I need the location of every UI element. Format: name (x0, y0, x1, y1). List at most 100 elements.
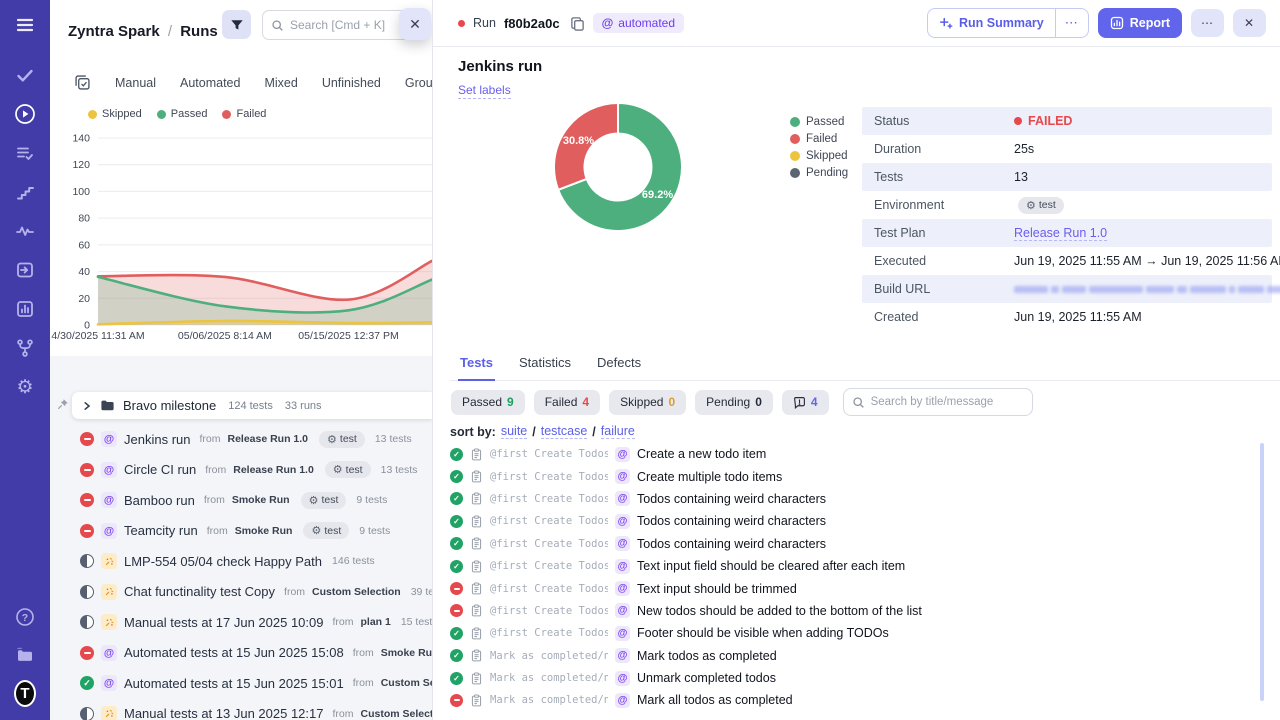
filter-button[interactable] (222, 10, 251, 39)
run-summary-more[interactable]: ⋯ (1056, 9, 1088, 37)
test-suite[interactable]: @first Create Todos... (490, 583, 608, 595)
chevron-right-icon[interactable] (82, 401, 92, 411)
test-suite[interactable]: @first Create Todos... (490, 471, 608, 483)
activity-icon[interactable] (14, 220, 36, 242)
filter-pill-comments[interactable]: 4 (782, 390, 829, 415)
test-suite[interactable]: @first Create Todos... (490, 627, 608, 639)
steps-icon[interactable] (14, 181, 36, 203)
test-title[interactable]: Unmark completed todos (637, 671, 776, 685)
test-row[interactable]: Mark as completed/n...@Mark todos as com… (450, 645, 1256, 667)
play-circle-icon[interactable] (14, 103, 36, 125)
filter-pill-passed[interactable]: Passed9 (451, 390, 525, 415)
run-row[interactable]: Manual tests at 17 Jun 2025 10:09frompla… (50, 607, 432, 638)
logo-icon[interactable]: T (14, 682, 36, 704)
runs-tab-automated[interactable]: Automated (180, 76, 240, 90)
test-suite[interactable]: @first Create Todos... (490, 560, 608, 572)
report-button[interactable]: Report (1098, 8, 1182, 38)
tests-scrollbar[interactable] (1260, 443, 1264, 701)
test-title[interactable]: Todos containing weird characters (637, 537, 826, 551)
runs-tab-mixed[interactable]: Mixed (264, 76, 297, 90)
run-group-row[interactable]: Bravo milestone 124 tests 33 runs (72, 392, 432, 419)
filter-pill-skipped[interactable]: Skipped0 (609, 390, 686, 415)
test-title[interactable]: Create multiple todo items (637, 470, 782, 484)
test-row[interactable]: @first Create Todos...@Text input field … (450, 555, 1256, 577)
search-input[interactable] (290, 18, 401, 32)
runs-tab-unfinished[interactable]: Unfinished (322, 76, 381, 90)
test-title[interactable]: Text input field should be cleared after… (637, 559, 905, 573)
tab-tests[interactable]: Tests (458, 351, 495, 381)
set-labels-link[interactable]: Set labels (458, 83, 511, 99)
automated-badge[interactable]: @ automated (593, 13, 684, 33)
test-suite[interactable]: @first Create Todos... (490, 515, 608, 527)
test-title[interactable]: Create a new todo item (637, 447, 766, 461)
test-title[interactable]: Mark todos as completed (637, 649, 777, 663)
help-icon[interactable]: ? (14, 606, 36, 628)
run-name: LMP-554 05/04 check Happy Path (124, 554, 322, 569)
test-title[interactable]: Todos containing weird characters (637, 492, 826, 506)
test-row[interactable]: @first Create Todos...@Todos containing … (450, 533, 1256, 555)
run-row[interactable]: @Jenkins runfromRelease Run 1.0⚙test13 t… (50, 424, 432, 455)
run-row[interactable]: @Automated tests at 15 Jun 2025 15:08fro… (50, 638, 432, 669)
svg-text:05/06/2025 8:14 AM: 05/06/2025 8:14 AM (178, 330, 272, 342)
run-tests-count: 13 tests (375, 433, 412, 445)
project-name[interactable]: Zyntra Spark (68, 23, 160, 40)
run-row[interactable]: Manual tests at 13 Jun 2025 12:17fromCus… (50, 699, 432, 720)
tab-statistics[interactable]: Statistics (517, 351, 573, 380)
run-row[interactable]: @Automated tests at 15 Jun 2025 15:01fro… (50, 668, 432, 699)
run-row[interactable]: @Teamcity runfromSmoke Run⚙test9 tests (50, 516, 432, 547)
select-all-icon[interactable] (74, 74, 91, 91)
runs-tab-manual[interactable]: Manual (115, 76, 156, 90)
test-plan-link[interactable]: Release Run 1.0 (1014, 226, 1107, 241)
filter-pill-pending[interactable]: Pending0 (695, 390, 773, 415)
run-row[interactable]: LMP-554 05/04 check Happy Path146 tests (50, 546, 432, 577)
test-title[interactable]: Mark all todos as completed (637, 693, 793, 707)
detail-label: Test Plan (874, 226, 1014, 240)
test-row[interactable]: @first Create Todos...@Footer should be … (450, 622, 1256, 644)
test-suite[interactable]: Mark as completed/n... (490, 650, 608, 662)
git-branch-icon[interactable] (14, 337, 36, 359)
test-suite[interactable]: @first Create Todos... (490, 493, 608, 505)
more-actions-button[interactable]: ⋯ (1191, 9, 1224, 37)
tests-search-input[interactable] (871, 396, 1024, 408)
filter-pill-failed[interactable]: Failed4 (534, 390, 600, 415)
sort-link-failure[interactable]: failure (601, 424, 635, 439)
panel-close-button[interactable]: ✕ (399, 8, 431, 40)
import-icon[interactable] (14, 259, 36, 281)
test-row[interactable]: @first Create Todos...@Todos containing … (450, 488, 1256, 510)
test-suite[interactable]: Mark as completed/n... (490, 694, 608, 706)
check-icon[interactable] (14, 64, 36, 86)
test-title[interactable]: Text input should be trimmed (637, 582, 797, 596)
test-row[interactable]: @first Create Todos...@Create a new todo… (450, 443, 1256, 465)
run-row[interactable]: Chat functinality test CopyfromCustom Se… (50, 577, 432, 608)
run-row[interactable]: @Bamboo runfromSmoke Run⚙test9 tests (50, 485, 432, 516)
test-suite[interactable]: @first Create Todos... (490, 538, 608, 550)
run-from-label: from (353, 647, 374, 659)
gear-icon[interactable]: ⚙ (14, 376, 36, 398)
test-row[interactable]: Mark as completed/n...@Unmark completed … (450, 667, 1256, 689)
close-detail-button[interactable]: ✕ (1233, 9, 1266, 37)
sort-link-testcase[interactable]: testcase (541, 424, 588, 439)
tab-defects[interactable]: Defects (595, 351, 643, 380)
test-row[interactable]: @first Create Todos...@New todos should … (450, 600, 1256, 622)
test-row[interactable]: @first Create Todos...@Create multiple t… (450, 465, 1256, 487)
list-check-icon[interactable] (14, 142, 36, 164)
copy-icon[interactable] (570, 16, 585, 31)
test-row[interactable]: @first Create Todos...@Text input should… (450, 577, 1256, 599)
test-title[interactable]: New todos should be added to the bottom … (637, 604, 922, 618)
sort-link-suite[interactable]: suite (501, 424, 527, 439)
tests-search[interactable] (843, 388, 1033, 416)
test-suite[interactable]: @first Create Todos... (490, 448, 608, 460)
test-title[interactable]: Footer should be visible when adding TOD… (637, 626, 889, 640)
test-suite[interactable]: @first Create Todos... (490, 605, 608, 617)
menu-icon[interactable] (14, 14, 36, 36)
test-row[interactable]: Mark as completed/n...@Mark all todos as… (450, 689, 1256, 711)
runs-tab-groups[interactable]: Groups (405, 76, 433, 90)
run-summary-button[interactable]: Run Summary ⋯ (927, 8, 1089, 38)
global-search[interactable] (262, 10, 410, 40)
test-title[interactable]: Todos containing weird characters (637, 514, 826, 528)
run-row[interactable]: @Circle CI runfromRelease Run 1.0⚙test13… (50, 455, 432, 486)
test-row[interactable]: @first Create Todos...@Todos containing … (450, 510, 1256, 532)
folders-icon[interactable] (14, 644, 36, 666)
bar-chart-icon[interactable] (14, 298, 36, 320)
test-suite[interactable]: Mark as completed/n... (490, 672, 608, 684)
